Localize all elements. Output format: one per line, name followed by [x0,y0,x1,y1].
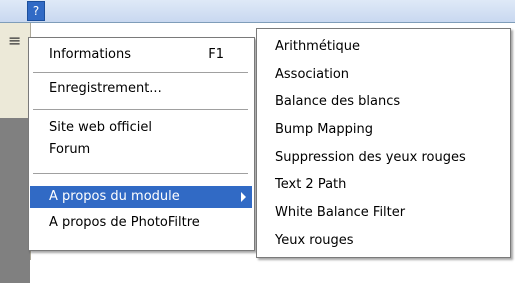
app-edge-glyph: ≡ [8,31,22,50]
help-menu: Informations F1 Enregistrement... Site w… [28,37,255,251]
submenu-item-arithmetique[interactable]: Arithmétique [275,36,360,58]
menu-item-label: A propos du module [49,189,180,204]
workspace-area [0,118,30,283]
help-menu-button[interactable]: ? [27,1,45,21]
menu-item-a-propos-du-module[interactable]: A propos du module [30,186,252,208]
menu-item-label: Informations [49,47,132,62]
submenu-item-white-balance-filter[interactable]: White Balance Filter [275,202,405,224]
menu-item-shortcut: F1 [208,47,224,62]
menu-item-label: A propos de PhotoFiltre [49,215,200,230]
module-submenu: Arithmétique Association Balance des bla… [256,28,511,258]
menu-item-label: Site web officiel [49,120,152,135]
submenu-item-suppression-yeux-rouges[interactable]: Suppression des yeux rouges [275,147,466,169]
menu-item-site-web-officiel[interactable]: Site web officiel [29,117,254,139]
menu-separator [33,109,248,110]
menu-separator [33,72,248,73]
submenu-item-text-2-path[interactable]: Text 2 Path [275,174,346,196]
menu-item-enregistrement[interactable]: Enregistrement... [29,78,254,100]
menu-bar: ? [0,0,515,23]
menu-item-label: Enregistrement... [49,81,162,96]
submenu-item-association[interactable]: Association [275,64,349,86]
submenu-item-bump-mapping[interactable]: Bump Mapping [275,119,373,141]
submenu-item-balance-des-blancs[interactable]: Balance des blancs [275,91,400,113]
application-background: ≡ [0,23,31,283]
menu-item-informations[interactable]: Informations F1 [29,44,254,66]
submenu-item-yeux-rouges[interactable]: Yeux rouges [275,230,354,252]
submenu-arrow-icon [241,192,246,202]
menu-item-label: Forum [49,142,91,157]
menu-item-forum[interactable]: Forum [29,139,254,161]
menu-separator [33,173,248,174]
menu-item-a-propos-de-photofiltre[interactable]: A propos de PhotoFiltre [29,212,254,234]
